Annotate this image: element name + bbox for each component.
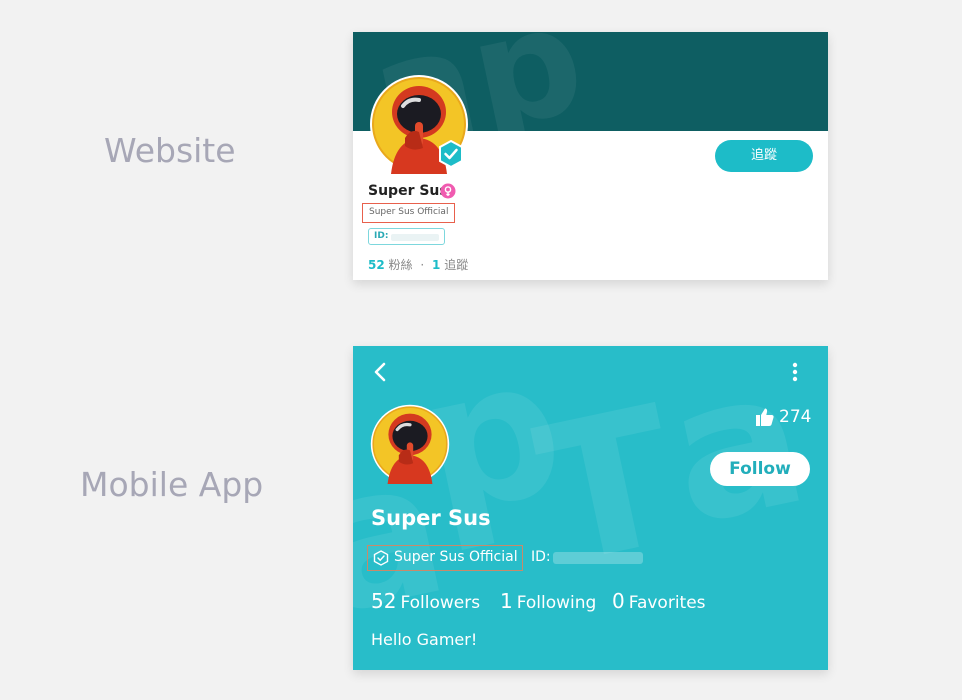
following-count[interactable]: 1 <box>432 258 440 272</box>
following-stat[interactable]: 1 Following <box>500 589 596 613</box>
thumbs-up-icon <box>756 408 774 426</box>
id-value-redacted <box>553 552 643 564</box>
official-tag-label: Super Sus Official <box>394 549 518 565</box>
profile-stats: 52 粉絲 · 1 追蹤 <box>368 256 468 273</box>
id-value-redacted <box>391 234 439 241</box>
verified-check-icon <box>437 139 465 169</box>
followers-label: Followers <box>400 593 481 613</box>
stats-separator: · <box>420 258 425 272</box>
follow-button[interactable]: Follow <box>710 452 810 486</box>
favorites-stat[interactable]: 0 Favorites <box>612 589 706 613</box>
followers-stat[interactable]: 52 Followers <box>371 589 480 613</box>
following-label: Following <box>516 593 597 613</box>
mobile-app-section-label: Mobile App <box>80 465 264 504</box>
favorites-label: Favorites <box>628 593 706 613</box>
profile-name: Super Sus <box>368 183 448 199</box>
likes-count: 274 <box>779 407 812 427</box>
profile-name: Super Sus <box>371 506 491 530</box>
followers-count: 52 <box>371 589 397 613</box>
avatar[interactable] <box>370 404 450 484</box>
followers-label[interactable]: 粉絲 <box>389 258 413 272</box>
official-tag: Super Sus Official <box>367 545 523 571</box>
website-profile-card: ap 追蹤 Super Sus Super Sus Official <box>353 32 828 280</box>
mobile-profile-card: a p T a 274 <box>353 346 828 670</box>
id-label: ID: <box>531 549 551 565</box>
profile-bio: Hello Gamer! <box>371 630 478 649</box>
official-tag: Super Sus Official <box>362 203 456 223</box>
female-icon <box>440 183 456 199</box>
followers-count[interactable]: 52 <box>368 258 385 272</box>
follow-button[interactable]: 追蹤 <box>715 140 813 172</box>
more-vertical-icon[interactable] <box>789 360 801 384</box>
official-shield-icon <box>373 550 389 566</box>
following-label[interactable]: 追蹤 <box>444 258 468 272</box>
following-count: 1 <box>500 589 513 613</box>
chevron-left-icon[interactable] <box>369 360 393 384</box>
favorites-count: 0 <box>612 589 625 613</box>
id-label: ID: <box>374 231 389 241</box>
website-section-label: Website <box>104 131 236 170</box>
user-id-badge: ID: <box>368 228 445 245</box>
